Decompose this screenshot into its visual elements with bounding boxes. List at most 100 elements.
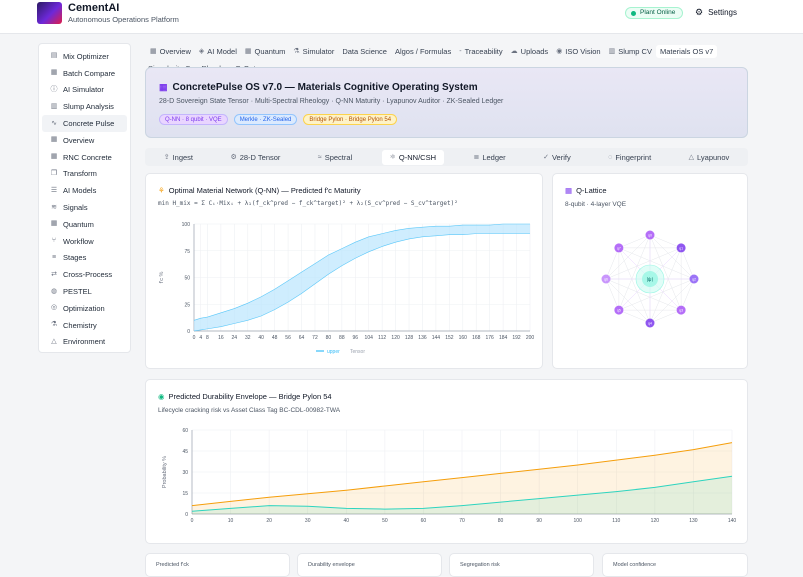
- sidebar-item-stages[interactable]: ≡ Stages: [42, 250, 127, 267]
- durability-card-subtitle: Lifecycle cracking risk vs Asset Class T…: [158, 407, 341, 414]
- legend-item-upper: upper: [327, 349, 340, 355]
- tab-label: Overview: [159, 46, 191, 56]
- sidebar-item-chemistry[interactable]: ⚗ Chemistry: [42, 317, 127, 334]
- sidebar-item-label: AI Models: [63, 186, 97, 196]
- x-tick-label: 80: [498, 518, 504, 524]
- x-tick-label: 130: [689, 518, 698, 524]
- sidebar-item-workflow[interactable]: ⑂ Workflow: [42, 233, 127, 250]
- subtab-label: Verify: [551, 152, 571, 162]
- sidebar-item-label: Mix Optimizer: [63, 51, 109, 61]
- kpi-label: Segregation risk: [460, 562, 500, 568]
- status-dot-icon: [631, 11, 636, 16]
- info-icon: ⓘ: [50, 85, 58, 93]
- sidebar-item-concrete-pulse[interactable]: ∿ Concrete Pulse: [42, 115, 127, 132]
- subtab-28-d-tensor[interactable]: ⚙ 28-D Tensor: [222, 150, 288, 165]
- sidebar-item-cross-process[interactable]: ⇄ Cross-Process: [42, 266, 127, 283]
- subtab-label: Ingest: [172, 152, 194, 162]
- tab-label: AI Model: [207, 46, 237, 56]
- y-axis-label: f'c %: [159, 272, 165, 284]
- settings-button[interactable]: ⚙ Settings: [695, 7, 737, 18]
- tab-quantum[interactable]: ▦ Quantum: [241, 47, 289, 56]
- fingerprint-icon: ◌: [608, 153, 613, 161]
- hero-title-row: ▦ ConcretePulse OS v7.0 — Materials Cogn…: [159, 82, 478, 93]
- sidebar-item-label: Signals: [63, 203, 88, 213]
- tab-label: Materials OS v7: [659, 46, 714, 56]
- x-tick-label: 88: [339, 335, 345, 341]
- qubit-node-label: q0: [648, 234, 652, 238]
- sidebar-item-label: Chemistry: [63, 320, 97, 330]
- x-tick-label: 90: [536, 518, 542, 524]
- ledger-icon: ≣: [473, 154, 480, 161]
- sidebar-item-slump-analysis[interactable]: ▥ Slump Analysis: [42, 98, 127, 115]
- x-tick-label: 168: [472, 335, 481, 341]
- brain-icon: ◈: [198, 48, 205, 55]
- sidebar-item-rnc-concrete[interactable]: ▦ RNC Concrete: [42, 149, 127, 166]
- tab-uploads[interactable]: ☁ Uploads: [507, 47, 553, 56]
- settings-label: Settings: [708, 8, 737, 17]
- upload-icon: ⇪: [163, 154, 170, 161]
- qubit-node-label: q6: [604, 278, 608, 282]
- dash-icon: -: [459, 47, 462, 55]
- tab-data-science[interactable]: Data Science: [338, 47, 391, 56]
- x-tick-label: 152: [445, 335, 454, 341]
- sidebar-item-quantum[interactable]: ▦ Quantum: [42, 216, 127, 233]
- x-tick-label: 200: [526, 335, 535, 341]
- x-tick-label: 176: [486, 335, 495, 341]
- sidebar-item-label: Batch Compare: [63, 68, 116, 78]
- sidebar-item-overview[interactable]: ▦ Overview: [42, 132, 127, 149]
- copy-icon: ❐: [50, 169, 58, 177]
- tab-label: Slump CV: [618, 46, 652, 56]
- subtab-verify[interactable]: ✓ Verify: [535, 150, 579, 165]
- tab-ai-model[interactable]: ◈ AI Model: [195, 47, 241, 56]
- sidebar-item-label: Cross-Process: [63, 270, 113, 280]
- sidebar-item-label: Overview: [63, 135, 95, 145]
- x-tick-label: 4: [199, 335, 202, 341]
- layers-icon: ≡: [51, 253, 57, 261]
- sidebar-item-label: Concrete Pulse: [63, 119, 115, 129]
- sidebar-item-ai-simulator[interactable]: ⓘ AI Simulator: [42, 82, 127, 99]
- sidebar-item-label: Quantum: [63, 219, 94, 229]
- tab-algos-formulas[interactable]: Algos / Formulas: [391, 47, 455, 56]
- tab-traceability[interactable]: - Traceability: [455, 47, 506, 56]
- sidebar-item-optimization[interactable]: ◎ Optimization: [42, 300, 127, 317]
- sidebar-item-ai-models[interactable]: ☰ AI Models: [42, 182, 127, 199]
- maturity-card-title: Optimal Material Network (Q-NN) — Predic…: [168, 186, 361, 195]
- subtab-ledger[interactable]: ≣ Ledger: [465, 150, 513, 165]
- subtab-spectral[interactable]: ≈ Spectral: [310, 150, 360, 165]
- maturity-card-title-row: ⚘ Optimal Material Network (Q-NN) — Pred…: [158, 186, 361, 195]
- sub-tabs: ⇪ Ingest ⚙ 28-D Tensor ≈ Spectral ⚛ Q-NN/CSH ≣ Le…: [145, 148, 748, 166]
- subtab-label: 28-D Tensor: [239, 152, 281, 162]
- subtab-ingest[interactable]: ⇪ Ingest: [156, 150, 201, 165]
- x-tick-label: 140: [728, 518, 737, 524]
- x-tick-label: 160: [459, 335, 468, 341]
- subtab-lyapunov[interactable]: △ Lyapunov: [681, 150, 738, 165]
- sidebar-item-label: Transform: [63, 169, 97, 179]
- x-tick-label: 64: [299, 335, 305, 341]
- x-tick-label: 136: [418, 335, 427, 341]
- legend-item-tensor: Tensor: [350, 349, 365, 355]
- tab-slump-cv[interactable]: ▥ Slump CV: [605, 47, 656, 56]
- tab-materials-os-v7[interactable]: Materials OS v7: [655, 44, 718, 58]
- tab-overview[interactable]: ▦ Overview: [146, 47, 195, 56]
- flask-icon: ⚗: [293, 48, 300, 55]
- y-tick-label: 0: [185, 512, 188, 518]
- tab-simulator[interactable]: ⚗ Simulator: [289, 47, 338, 56]
- subtab-q-nn-csh[interactable]: ⚛ Q-NN/CSH: [381, 149, 445, 165]
- qubit-node-label: q4: [648, 322, 652, 326]
- grid-icon: ▦: [50, 153, 58, 161]
- maturity-chart: 0 4 8 16 24 32 40 48 56 64 72 80 88 96 104 112 120 128 136…: [159, 222, 535, 355]
- signal-icon: ≋: [51, 203, 57, 211]
- sidebar-item-environment[interactable]: △ Environment: [42, 334, 127, 351]
- sidebar-item-signals[interactable]: ≋ Signals: [42, 199, 127, 216]
- subtab-fingerprint[interactable]: ◌ Fingerprint: [600, 150, 659, 165]
- x-tick-label: 0: [193, 335, 196, 341]
- sidebar-item-pestel[interactable]: ◍ PESTEL: [42, 283, 127, 300]
- sidebar-item-batch-compare[interactable]: ▦ Batch Compare: [42, 65, 127, 82]
- sidebar-item-transform[interactable]: ❐ Transform: [42, 166, 127, 183]
- tab-iso-vision[interactable]: ◉ ISO Vision: [552, 47, 604, 56]
- sidebar: ▤ Mix Optimizer ▦ Batch Compare ⓘ AI Simulato…: [38, 43, 131, 353]
- shuffle-icon: ⇄: [51, 270, 57, 278]
- check-icon: ✓: [543, 154, 549, 161]
- durability-card: ◉ Predicted Durability Envelope — Bridge…: [145, 379, 748, 544]
- sidebar-item-mix-optimizer[interactable]: ▤ Mix Optimizer: [42, 48, 127, 65]
